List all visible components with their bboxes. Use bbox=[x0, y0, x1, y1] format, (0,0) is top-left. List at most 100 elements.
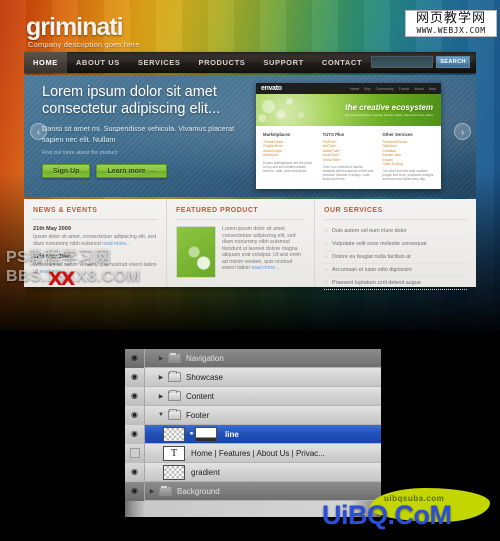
envato-column-paragraph: Envato marketplaces are the place to buy… bbox=[263, 160, 313, 173]
layer-row-background[interactable]: ◉ ▶ Background bbox=[125, 481, 381, 501]
layers-list: ◉ ▶ Navigation ◉ ▶ Showcase ◉ ▶ Content … bbox=[125, 349, 381, 501]
layer-label: Footer bbox=[186, 410, 210, 420]
envato-hero: the creative ecosystem Buy and sell phot… bbox=[256, 94, 441, 126]
service-item[interactable]: Dolore eu feugiat nulla facilisis at bbox=[324, 252, 467, 265]
featured-product-row: Lorem ipsum dolor sit amet, consectetuer… bbox=[176, 226, 305, 278]
watermark-blob-text: uibqsuba.com bbox=[384, 494, 445, 503]
showcase-text-column: Lorem ipsum dolor sit amet consectetur a… bbox=[24, 75, 256, 197]
news-text: Wisi enim ad minim veniam, quis nostrud … bbox=[33, 262, 157, 275]
chevron-right-icon[interactable]: ▶ bbox=[145, 488, 159, 495]
layer-visibility-toggle[interactable]: ◉ bbox=[125, 481, 145, 501]
showcase-image-column: envato Home Buy Community Forum About He… bbox=[256, 75, 476, 197]
layer-row-line[interactable]: ◉ ⚭ line bbox=[125, 424, 381, 444]
our-services-heading: OUR SERVICES bbox=[324, 207, 467, 220]
news-body: Ipsum dolor sit amet, consectetuer adipi… bbox=[33, 234, 157, 247]
service-item[interactable]: Praesent luptatum zzril delenit augue bbox=[324, 277, 467, 290]
envato-column-paragraph: Tuts+ is a network of tutorial websites … bbox=[322, 165, 374, 182]
read-more-link[interactable]: read more... bbox=[251, 265, 279, 271]
eye-icon: ◉ bbox=[131, 391, 138, 400]
layer-thumbnail[interactable] bbox=[163, 426, 185, 442]
read-more-link[interactable]: read more... bbox=[40, 269, 68, 275]
layer-visibility-toggle[interactable]: ◉ bbox=[125, 386, 145, 406]
news-date: 21th May 2009 bbox=[33, 226, 71, 232]
eye-icon: ◉ bbox=[131, 410, 138, 419]
envato-column-heading: Other Services bbox=[382, 132, 413, 137]
featured-product-heading: FEATURED PRODUCT bbox=[176, 207, 305, 220]
layer-row-gradient[interactable]: ◉ gradient bbox=[125, 462, 381, 482]
layer-thumbnail[interactable] bbox=[163, 464, 185, 480]
link-icon[interactable]: ⚭ bbox=[188, 430, 195, 438]
search-input[interactable] bbox=[371, 56, 433, 68]
news-events-heading: NEWS & EVENTS bbox=[33, 207, 157, 220]
folder-icon bbox=[168, 371, 181, 382]
layer-row-text[interactable]: T Home | Features | About Us | Privac... bbox=[125, 443, 381, 463]
folder-icon bbox=[168, 409, 181, 420]
envato-column-other-services: Other Services FreelanceSwitch FlashDen … bbox=[382, 132, 434, 181]
site-logo-tagline: Company description goes here bbox=[28, 40, 140, 49]
search-button[interactable]: SEARCH bbox=[436, 56, 470, 68]
layer-label: gradient bbox=[191, 467, 220, 477]
eye-icon: ◉ bbox=[131, 467, 138, 476]
folder-icon bbox=[168, 352, 181, 363]
nav-item-about-us[interactable]: ABOUT US bbox=[67, 52, 129, 73]
screenshot-root: griminati Company description goes here … bbox=[0, 0, 500, 541]
chevron-right-icon[interactable]: ▶ bbox=[154, 374, 168, 381]
chevron-down-icon[interactable]: ▼ bbox=[154, 412, 168, 418]
nav-item-support[interactable]: SUPPORT bbox=[254, 52, 312, 73]
showcase-title: Lorem ipsum dolor sit amet consectetur a… bbox=[42, 84, 221, 117]
layer-visibility-toggle[interactable] bbox=[125, 443, 145, 463]
envato-link: VectorTuts+ bbox=[322, 157, 341, 162]
service-item[interactable]: Accumsan et iusto odio dignissim bbox=[324, 264, 467, 278]
chevron-right-icon[interactable]: ▶ bbox=[154, 355, 168, 362]
slider-prev-button[interactable]: ‹ bbox=[30, 123, 47, 140]
watermark-topright-badge: 网页教学网 WWW.WEBJX.COM bbox=[405, 10, 497, 37]
nav-item-home[interactable]: HOME bbox=[24, 52, 67, 73]
nav-item-contact[interactable]: CONTACT bbox=[313, 52, 371, 73]
layer-row-navigation[interactable]: ◉ ▶ Navigation bbox=[125, 349, 381, 368]
learn-more-button[interactable]: Learn more → bbox=[96, 164, 167, 178]
service-item[interactable]: Vulputate velit esse molestie consequat bbox=[324, 239, 467, 252]
envato-subtagline: Buy and sell photos, sounds, themes, fla… bbox=[344, 113, 433, 117]
layer-row-footer[interactable]: ◉ ▼ Footer bbox=[125, 405, 381, 425]
envato-column-marketplaces: Marketplaces ThemeForest GraphicRiver Au… bbox=[263, 132, 315, 181]
layer-row-content[interactable]: ◉ ▶ Content bbox=[125, 386, 381, 406]
showcase-buttons: Sign Up Learn more → bbox=[42, 164, 248, 178]
search-area: SEARCH bbox=[371, 56, 470, 68]
chevron-right-icon[interactable]: ▶ bbox=[154, 393, 168, 400]
envato-column-paragraph: Our other services help creative people … bbox=[382, 169, 434, 182]
news-date: 17th May 2009 bbox=[33, 254, 71, 261]
our-services-box: OUR SERVICES Duis autem vel eum iriure d… bbox=[314, 199, 476, 290]
eye-icon: ◉ bbox=[131, 429, 138, 438]
news-text: Ipsum dolor sit amet, consectetuer adipi… bbox=[33, 234, 157, 247]
nav-item-services[interactable]: SERVICES bbox=[129, 52, 190, 73]
photoshop-layers-panel: ◉ ▶ Navigation ◉ ▶ Showcase ◉ ▶ Content … bbox=[125, 349, 381, 517]
envato-logo: envato bbox=[261, 85, 282, 92]
layer-label: line bbox=[225, 429, 239, 439]
envato-nav-item: Forum bbox=[398, 86, 410, 91]
text-layer-icon: T bbox=[170, 447, 178, 459]
folder-icon bbox=[168, 390, 181, 401]
layer-visibility-toggle[interactable]: ◉ bbox=[125, 349, 145, 368]
layer-visibility-toggle[interactable]: ◉ bbox=[125, 405, 145, 425]
main-navigation: HOME ABOUT US SERVICES PRODUCTS SUPPORT … bbox=[24, 52, 476, 73]
envato-link: Collis Ta Blog bbox=[382, 162, 403, 167]
layer-mask-thumbnail[interactable] bbox=[195, 426, 217, 442]
layer-visibility-toggle[interactable]: ◉ bbox=[125, 367, 145, 387]
layer-label: Home | Features | About Us | Privac... bbox=[191, 448, 325, 458]
envato-column-tutsplus: TUTS Plus PsdTuts+ NetTuts+ ActiveTuts+ … bbox=[323, 132, 375, 181]
layer-visibility-toggle[interactable]: ◉ bbox=[125, 424, 145, 444]
nav-item-products[interactable]: PRODUCTS bbox=[189, 52, 254, 73]
read-more-link[interactable]: read more... bbox=[102, 241, 130, 247]
service-item[interactable]: Duis autem vel eum iriure dolor bbox=[324, 226, 467, 239]
layer-visibility-toggle[interactable]: ◉ bbox=[125, 462, 145, 482]
layer-row-showcase[interactable]: ◉ ▶ Showcase bbox=[125, 367, 381, 387]
showcase-subnote: Find out more about the product bbox=[42, 150, 118, 156]
featured-product-thumbnail bbox=[176, 226, 216, 278]
content-boxes: NEWS & EVENTS 21th May 2009 Ipsum dolor … bbox=[24, 199, 476, 290]
watermark-chinese-text: 网页教学网 bbox=[415, 11, 486, 26]
sign-up-button[interactable]: Sign Up bbox=[42, 164, 91, 178]
slider-next-button[interactable]: › bbox=[454, 123, 471, 140]
news-entry: 21th May 2009 Ipsum dolor sit amet, cons… bbox=[33, 226, 157, 247]
text-layer-thumbnail[interactable]: T bbox=[163, 445, 185, 461]
envato-column-heading: TUTS Plus bbox=[322, 132, 345, 137]
